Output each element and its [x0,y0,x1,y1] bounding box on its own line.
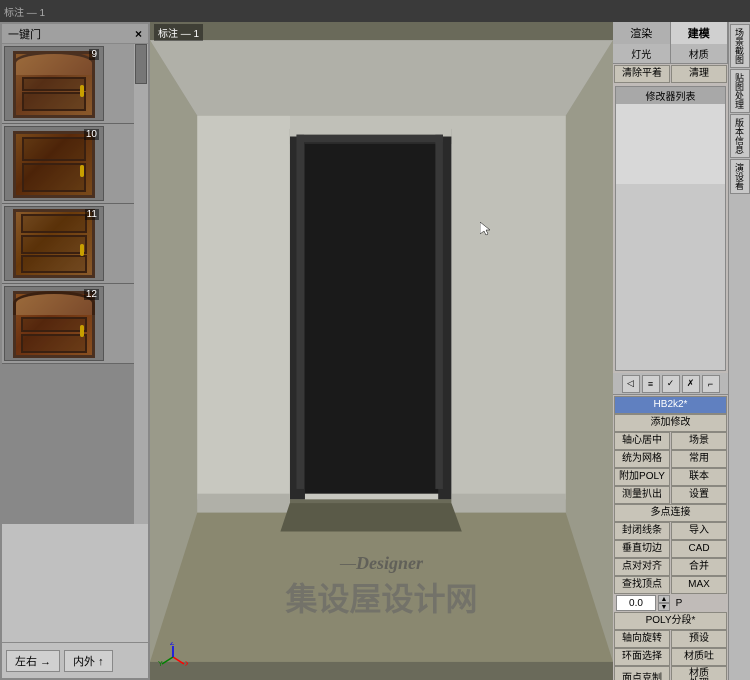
multi-connect-btn[interactable]: 多点连接 [614,504,727,522]
axis-rotate-btn[interactable]: 轴向旋转 [614,630,670,648]
mat-process-btn[interactable]: 材质处理 [671,666,727,680]
angle-icon[interactable]: ⌐ [702,375,720,393]
value-input[interactable] [616,595,656,611]
svg-text:Y: Y [158,661,163,668]
merge-btn[interactable]: 合并 [671,558,727,576]
measure-btn[interactable]: 测量扒出 [614,486,670,504]
tool-buttons-area: HB2k2* 添加修改 轴心居中 场景 统为网格 常用 附加PO [613,395,728,680]
import-btn[interactable]: 导入 [671,522,727,540]
list-item[interactable]: 10 [2,124,148,204]
left-door-panel: 一键门 × 9 [0,22,150,680]
door-thumbnail: 11 [4,206,104,281]
demo-view-btn[interactable]: 演设看 [730,159,750,194]
list-item[interactable]: 12 [2,284,148,364]
scene-btn[interactable]: 清理 [671,65,727,83]
list-item[interactable]: 11 [2,204,148,284]
texture-process-btn[interactable]: 贴图处理 [730,69,750,113]
right-icons-row: ◁ ≡ ✓ ✗ ⌐ [613,373,728,395]
lr-button[interactable]: 左右 → [6,650,60,672]
scrollbar-thumb[interactable] [135,44,147,84]
center-viewport[interactable]: —Designer 集设屋设计网 标注 — 1 X Y Z [150,22,613,680]
door-number: 10 [84,129,99,140]
top-toolbar: 标注 — 1 [0,0,750,22]
num-input-row: ▲ ▼ P [614,594,727,612]
mat-apply-btn[interactable]: 材质吐 [671,648,727,666]
check-icon[interactable]: ✓ [662,375,680,393]
torus-select-btn[interactable]: 环面选择 [614,648,670,666]
panel-title-label: 一键门 [8,26,41,42]
modifier-list-title: 修改器列表 [616,87,725,104]
spin-up-btn[interactable]: ▲ [658,595,670,603]
hb2k2-btn[interactable]: HB2k2* [614,396,727,414]
close-icon[interactable]: × [135,27,142,41]
far-right-panel: 场景截图 贴图处理 版本信息 演设看 [728,22,750,680]
cad-btn[interactable]: CAD [671,540,727,558]
toolbar-label: 标注 — 1 [4,4,45,19]
to-mesh-btn[interactable]: 统为网格 [614,450,670,468]
scrollbar[interactable] [134,44,148,524]
door-number: 11 [85,209,99,220]
main-layout: 一键门 × 9 [0,22,750,680]
door-thumbnail: 10 [4,126,104,201]
door-list[interactable]: 9 10 [2,44,148,524]
door-thumbnail: 9 [4,46,104,121]
inout-button[interactable]: 内外 ↑ [64,650,113,672]
find-vertex-btn[interactable]: 查找顶点 [614,576,670,594]
settings-btn[interactable]: 设置 [671,486,727,504]
right-top-tabs: 渲染 建模 [613,22,728,44]
attach-poly-btn[interactable]: 附加POLY [614,468,670,486]
x-icon[interactable]: ✗ [682,375,700,393]
svg-text:Z: Z [170,642,175,647]
left-panel-bottom: 左右 → 内外 ↑ [2,642,148,678]
scene-shot-btn[interactable]: 场景截图 [730,24,750,68]
door-thumbnail: 12 [4,286,104,361]
preset-btn[interactable]: 预设 [671,630,727,648]
common-btn[interactable]: 常用 [671,450,727,468]
close-line-btn[interactable]: 封闭线条 [614,522,670,540]
tab-render[interactable]: 渲染 [613,22,671,44]
lines-icon[interactable]: ≡ [642,375,660,393]
face-ctrl-btn[interactable]: 面点克制 [614,666,670,680]
right-panel: 渲染 建模 灯光 材质 清除平着 清理 修改器列表 ◁ ≡ [613,22,728,680]
spin-down-btn[interactable]: ▼ [658,603,670,611]
point-align-btn[interactable]: 点对对齐 [614,558,670,576]
link-btn[interactable]: 联本 [671,468,727,486]
add-modify-btn[interactable]: 添加修改 [614,414,727,432]
tab-model[interactable]: 建模 [671,22,729,44]
version-info-btn[interactable]: 版本信息 [730,114,750,158]
tab-material[interactable]: 材质 [671,44,729,63]
door-number: 9 [89,49,99,60]
poly-seg-btn[interactable]: POLY分段* [614,612,727,630]
axis-center-btn[interactable]: 轴心居中 [614,432,670,450]
list-item[interactable]: 9 [2,44,148,124]
p-label: P [672,596,686,610]
num-spinner: ▲ ▼ [658,595,670,611]
scene2-btn[interactable]: 场景 [671,432,727,450]
vert-cut-btn[interactable]: 垂直切边 [614,540,670,558]
door-number: 12 [84,289,99,300]
max-btn[interactable]: MAX [671,576,727,594]
svg-text:X: X [185,661,188,668]
left-panel-title: 一键门 × [2,24,148,44]
right-combined: 渲染 建模 灯光 材质 清除平着 清理 修改器列表 ◁ ≡ [613,22,750,680]
axes-indicator: X Y Z [158,642,188,672]
viewport-label: 标注 — 1 [154,24,203,41]
clean-btn[interactable]: 清除平着 [614,65,670,83]
cursor [480,222,494,236]
tab-light[interactable]: 灯光 [613,44,671,63]
room-scene [150,22,613,680]
arrow-left-icon[interactable]: ◁ [622,375,640,393]
modifier-list-area[interactable]: 修改器列表 [615,86,726,371]
